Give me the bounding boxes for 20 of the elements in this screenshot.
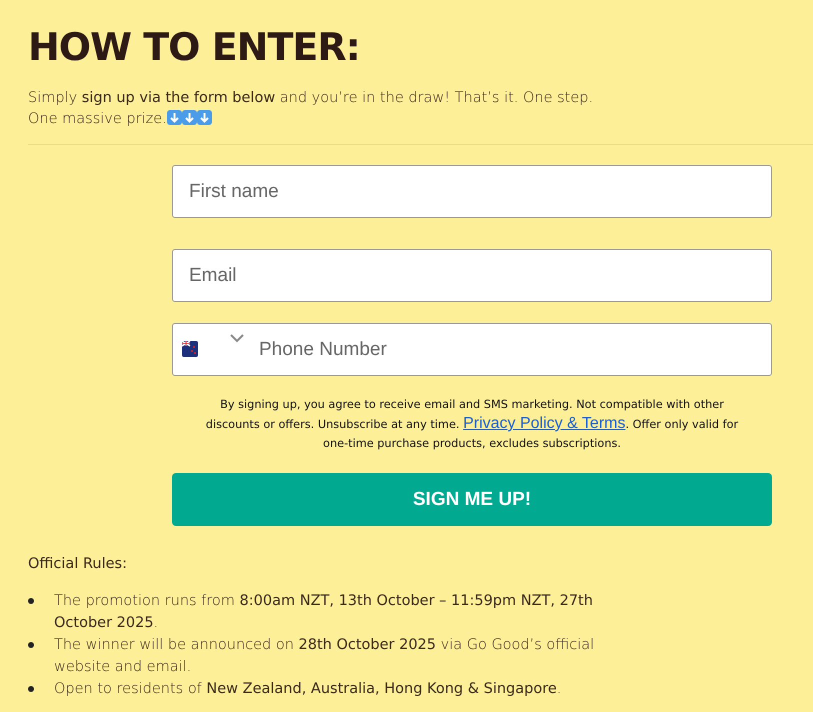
down-arrow-icon <box>196 110 212 125</box>
bullet-icon <box>28 598 34 604</box>
chevron-down-icon[interactable] <box>230 334 244 343</box>
disclaimer-text: By signing up, you agree to receive email and SMS marketing. Not compatible with other discounts or offers. Unsubscribe at any time. Privacy Policy & Terms. Offer only valid for one-time purchase products, excludes subscriptions. <box>204 397 740 452</box>
flag-icon <box>182 341 198 357</box>
bullet-icon <box>28 642 34 648</box>
input-field[interactable]: First name <box>172 165 772 218</box>
down-arrow-icon <box>182 110 197 125</box>
intro-text: Simply sign up via the form below and you’re in the draw! That’s it. One step. One massive prize. <box>28 89 594 129</box>
sign-up-button[interactable]: SIGN ME UP! <box>172 473 772 526</box>
rule-text: The winner will be announced on 28th October 2025 via Go Good’s official website and email. <box>54 636 596 677</box>
down-arrow-icon <box>166 110 182 125</box>
input-field[interactable]: Email <box>172 249 772 302</box>
page-heading: HOW TO ENTER: <box>28 24 361 71</box>
privacy-link[interactable]: Privacy Policy & Terms <box>463 415 626 432</box>
rule-text: Open to residents of New Zealand, Australia, Hong Kong & Singapore. <box>54 680 562 699</box>
phone-field[interactable]: Phone Number <box>172 323 772 376</box>
rule-text: The promotion runs from 8:00am NZT, 13th October – 11:59pm NZT, 27th October 2025. <box>54 592 594 633</box>
bullet-icon <box>28 686 34 692</box>
rules-title: Official Rules: <box>28 556 128 572</box>
